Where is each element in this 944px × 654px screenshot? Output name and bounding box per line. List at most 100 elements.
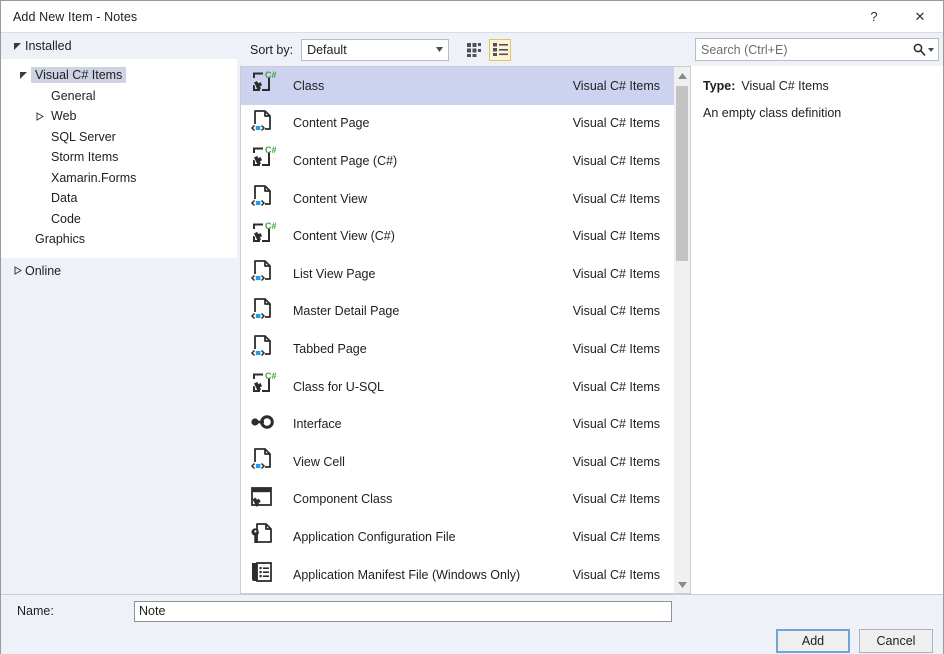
list-item[interactable]: Component ClassVisual C# Items xyxy=(241,481,674,519)
scroll-down-button[interactable] xyxy=(674,576,690,593)
list-item-name: Content Page (C#) xyxy=(293,154,573,168)
tree-item-data[interactable]: Data xyxy=(1,188,237,209)
list-item-origin: Visual C# Items xyxy=(573,267,660,281)
search-icon[interactable] xyxy=(908,39,938,60)
template-details: Type:Visual C# Items An empty class defi… xyxy=(691,66,943,594)
list-item-name: Interface xyxy=(293,417,573,431)
list-item[interactable]: C#Class for U-SQLVisual C# Items xyxy=(241,368,674,406)
list-item-origin: Visual C# Items xyxy=(573,154,660,168)
component-class-icon xyxy=(248,483,276,516)
list-item-icon xyxy=(247,522,277,552)
tree-item-label: Web xyxy=(47,108,80,124)
chevron-right-icon xyxy=(31,112,47,121)
search-box[interactable] xyxy=(695,38,939,61)
name-input[interactable] xyxy=(134,601,672,622)
scrollbar-track[interactable] xyxy=(674,84,690,576)
list-item-icon: C# xyxy=(247,372,277,402)
list-item[interactable]: C# Content Page (C#)Visual C# Items xyxy=(241,142,674,180)
chevron-right-icon xyxy=(9,266,25,275)
tree-item-xamarin-forms[interactable]: Xamarin.Forms xyxy=(1,168,237,189)
list-item[interactable]: Application Configuration FileVisual C# … xyxy=(241,518,674,556)
details-type-label: Type: xyxy=(703,79,735,93)
list-item-name: Content View (C#) xyxy=(293,229,573,243)
list-item[interactable]: List View PageVisual C# Items xyxy=(241,255,674,293)
window-controls: ? ✕ xyxy=(851,1,943,32)
details-type-value: Visual C# Items xyxy=(741,79,828,93)
tree-item-general[interactable]: General xyxy=(1,86,237,107)
csharp-class-icon: C# xyxy=(248,144,276,177)
list-item-icon xyxy=(247,560,277,590)
templates-panel: Sort by: Default xyxy=(237,33,691,594)
list-item[interactable]: InterfaceVisual C# Items xyxy=(241,405,674,443)
list-item-icon xyxy=(247,334,277,364)
list-item-icon: C# xyxy=(247,221,277,251)
grid-view-icon xyxy=(467,43,482,57)
close-button[interactable]: ✕ xyxy=(897,1,943,32)
categories-tree-panel: Installed Visual C# ItemsGeneralWeb SQL S… xyxy=(1,33,237,594)
list-item-name: Content View xyxy=(293,192,573,206)
xaml-page-icon xyxy=(248,257,276,290)
tree-group-installed[interactable]: Installed xyxy=(1,33,237,59)
tile-view-button[interactable] xyxy=(463,39,485,61)
tree-item-web[interactable]: Web xyxy=(1,106,237,127)
list-item[interactable]: Master Detail PageVisual C# Items xyxy=(241,293,674,331)
svg-text:C#: C# xyxy=(265,371,276,381)
list-item-origin: Visual C# Items xyxy=(573,417,660,431)
list-item-name: Class xyxy=(293,79,573,93)
list-item[interactable]: View CellVisual C# Items xyxy=(241,443,674,481)
list-item-name: Application Configuration File xyxy=(293,530,573,544)
tree-item-label: SQL Server xyxy=(47,129,120,145)
help-button[interactable]: ? xyxy=(851,1,897,32)
list-item-origin: Visual C# Items xyxy=(573,568,660,582)
templates-list-container: C#ClassVisual C# ItemsContent PageVisual… xyxy=(240,66,691,594)
list-item-icon xyxy=(247,296,277,326)
add-button[interactable]: Add xyxy=(776,629,850,653)
tree-item-code[interactable]: Code xyxy=(1,209,237,230)
tree-item-label: Storm Items xyxy=(47,149,122,165)
list-item-icon xyxy=(247,108,277,138)
list-item-icon xyxy=(247,259,277,289)
list-item-origin: Visual C# Items xyxy=(573,79,660,93)
xaml-page-icon xyxy=(248,107,276,140)
list-item-icon: C# xyxy=(247,71,277,101)
list-item[interactable]: Content PageVisual C# Items xyxy=(241,105,674,143)
cancel-button[interactable]: Cancel xyxy=(859,629,933,653)
csharp-class-icon: C# xyxy=(248,220,276,253)
scroll-up-button[interactable] xyxy=(674,67,690,84)
list-item-origin: Visual C# Items xyxy=(573,116,660,130)
xaml-page-icon xyxy=(248,295,276,328)
tree-item-visual-c-items[interactable]: Visual C# Items xyxy=(1,65,237,86)
list-item[interactable]: Tabbed PageVisual C# Items xyxy=(241,330,674,368)
list-item-name: Component Class xyxy=(293,492,573,506)
search-input[interactable] xyxy=(696,39,908,60)
scrollbar-thumb[interactable] xyxy=(676,86,688,261)
name-label: Name: xyxy=(17,604,134,618)
list-view-button[interactable] xyxy=(489,39,511,61)
sort-by-value: Default xyxy=(307,43,347,57)
tree-group-online[interactable]: Online xyxy=(1,258,237,284)
list-item[interactable]: Application Manifest File (Windows Only)… xyxy=(241,556,674,594)
tree-item-label: Xamarin.Forms xyxy=(47,170,140,186)
tree-item-sql-server[interactable]: SQL Server xyxy=(1,127,237,148)
list-item-origin: Visual C# Items xyxy=(573,380,660,394)
list-item[interactable]: C# ClassVisual C# Items xyxy=(241,67,674,105)
list-item-name: Master Detail Page xyxy=(293,304,573,318)
templates-list[interactable]: C#ClassVisual C# ItemsContent PageVisual… xyxy=(241,67,674,593)
tree-group-installed-label: Installed xyxy=(25,39,72,53)
tree-item-storm-items[interactable]: Storm Items xyxy=(1,147,237,168)
tree-item-label: Data xyxy=(47,190,81,206)
list-item-icon xyxy=(247,484,277,514)
chevron-down-icon xyxy=(430,40,448,60)
details-panel: Type:Visual C# Items An empty class defi… xyxy=(691,33,943,594)
chevron-down-icon xyxy=(15,71,31,80)
tree-group-online-label: Online xyxy=(25,264,61,278)
sort-by-select[interactable]: Default xyxy=(301,39,449,61)
list-item[interactable]: C#Content View (C#)Visual C# Items xyxy=(241,217,674,255)
list-item[interactable]: Content ViewVisual C# Items xyxy=(241,180,674,218)
list-item-origin: Visual C# Items xyxy=(573,455,660,469)
list-item-icon xyxy=(247,409,277,439)
templates-scrollbar[interactable] xyxy=(674,67,690,593)
tree-item-graphics[interactable]: Graphics xyxy=(1,229,237,250)
list-item-icon: C# xyxy=(247,146,277,176)
list-item-icon xyxy=(247,447,277,477)
